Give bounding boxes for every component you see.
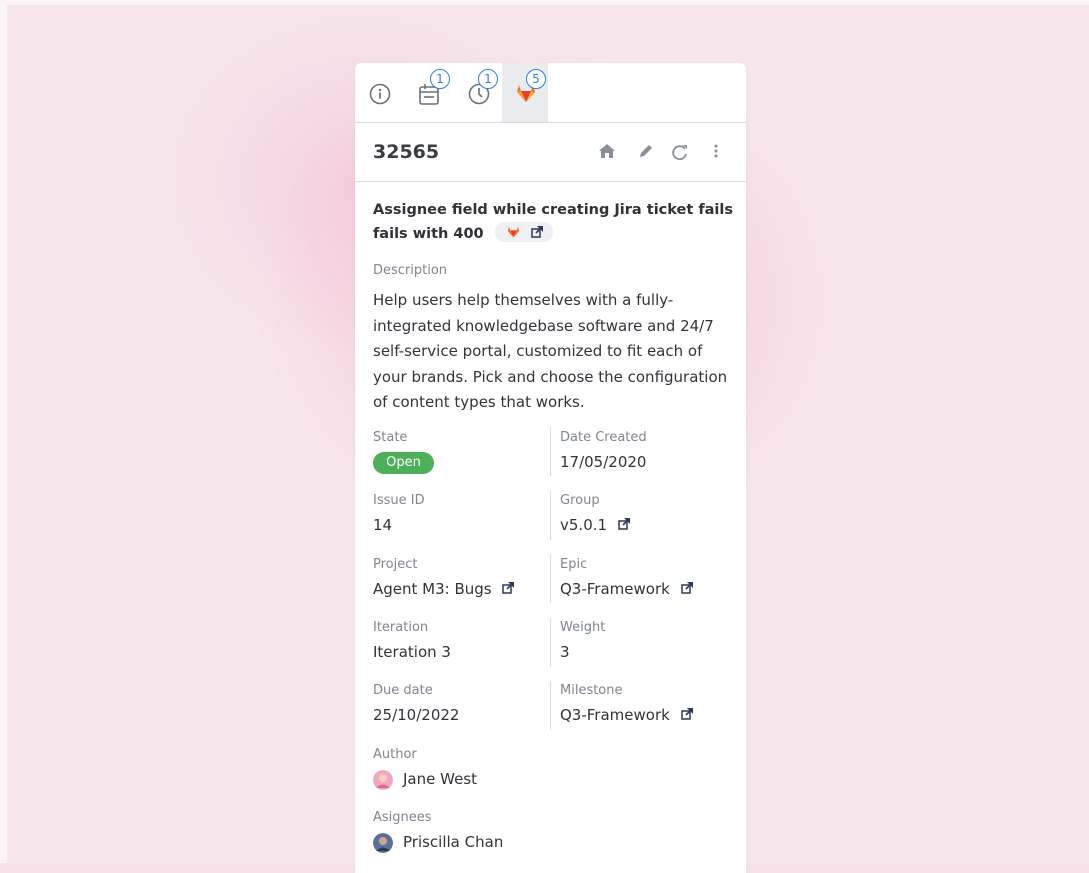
external-link-icon bbox=[502, 581, 515, 594]
project-link[interactable]: Agent M3: Bugs bbox=[373, 580, 515, 598]
milestone-label: Milestone bbox=[560, 683, 623, 698]
gitlab-link-pill[interactable] bbox=[494, 222, 553, 242]
more-icon[interactable] bbox=[713, 143, 719, 159]
edit-icon[interactable] bbox=[638, 143, 654, 159]
column-divider bbox=[550, 618, 551, 667]
avatar bbox=[373, 770, 393, 790]
epic-value: Q3-Framework bbox=[560, 580, 670, 598]
epic-label: Epic bbox=[560, 557, 588, 572]
gitlab-badge: 5 bbox=[526, 69, 546, 89]
tab-bar: 1 1 5 bbox=[355, 63, 746, 123]
milestone-value: Q3-Framework bbox=[560, 706, 670, 724]
due-date-value: 25/10/2022 bbox=[373, 706, 460, 724]
external-link-icon bbox=[618, 517, 630, 530]
ticket-id: 32565 bbox=[373, 141, 440, 163]
date-created-label: Date Created bbox=[560, 430, 647, 445]
home-icon[interactable] bbox=[598, 143, 616, 159]
weight-label: Weight bbox=[560, 620, 606, 635]
group-value: v5.0.1 bbox=[560, 516, 608, 534]
avatar bbox=[373, 833, 393, 853]
issue-id-value: 14 bbox=[373, 516, 393, 534]
project-label: Project bbox=[373, 557, 418, 572]
frame-edge bbox=[0, 0, 7, 863]
frame-top bbox=[0, 0, 1089, 5]
description-text: Help users help themselves with a fully-… bbox=[373, 291, 728, 411]
external-link-icon bbox=[530, 226, 543, 238]
epic-link[interactable]: Q3-Framework bbox=[560, 580, 693, 598]
issue-title: Assignee field while creating Jira ticke… bbox=[373, 198, 733, 246]
gitlab-icon bbox=[507, 226, 519, 238]
tab-clock[interactable]: 1 bbox=[456, 63, 502, 122]
date-created-value: 17/05/2020 bbox=[560, 453, 647, 471]
iteration-value: Iteration 3 bbox=[373, 643, 451, 661]
status-badge: Open bbox=[373, 452, 434, 474]
due-date-label: Due date bbox=[373, 683, 433, 698]
group-link[interactable]: v5.0.1 bbox=[560, 516, 630, 534]
state-label: State bbox=[373, 430, 408, 445]
author-label: Author bbox=[373, 747, 417, 762]
milestone-link[interactable]: Q3-Framework bbox=[560, 706, 693, 724]
author-value: Jane West bbox=[403, 770, 477, 788]
info-icon bbox=[369, 83, 391, 105]
assignees-label: Asignees bbox=[373, 810, 432, 825]
column-divider bbox=[550, 427, 551, 476]
column-divider bbox=[550, 491, 551, 540]
column-divider bbox=[550, 681, 551, 730]
tab-calendar[interactable]: 1 bbox=[406, 63, 452, 122]
external-link-icon bbox=[680, 581, 693, 594]
group-label: Group bbox=[560, 493, 600, 508]
issue-panel: 1 1 5 32565 Assignee field while creatin… bbox=[355, 63, 746, 873]
issue-id-label: Issue ID bbox=[373, 493, 425, 508]
issue-header: 32565 bbox=[355, 123, 746, 182]
external-link-icon bbox=[680, 707, 693, 720]
column-divider bbox=[550, 554, 551, 603]
calendar-badge: 1 bbox=[430, 69, 450, 89]
iteration-label: Iteration bbox=[373, 620, 429, 635]
description-label: Description bbox=[373, 263, 448, 278]
weight-value: 3 bbox=[560, 643, 570, 661]
issue-title-text: Assignee field while creating Jira ticke… bbox=[373, 202, 733, 242]
assignees-value: Priscilla Chan bbox=[403, 833, 504, 851]
refresh-icon[interactable] bbox=[671, 143, 689, 161]
project-value: Agent M3: Bugs bbox=[373, 580, 492, 598]
tab-info[interactable] bbox=[356, 63, 402, 122]
clock-badge: 1 bbox=[478, 69, 498, 89]
tab-gitlab[interactable]: 5 bbox=[502, 63, 548, 122]
